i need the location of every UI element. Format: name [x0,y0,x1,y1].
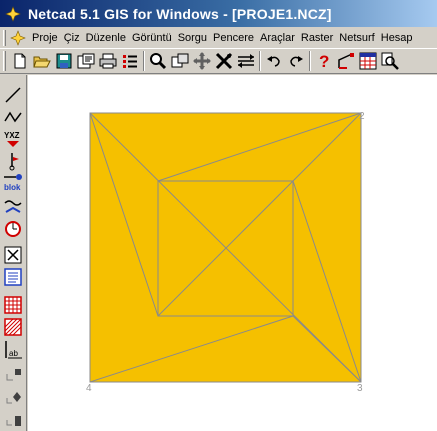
circle-tool-icon[interactable] [2,219,24,239]
drawing-canvas[interactable]: 4 3 2 [28,75,437,431]
yxz-point-icon[interactable]: YXZ [2,129,24,149]
menu-goruntu[interactable]: Görüntü [129,28,175,48]
blok-label: blok [4,183,21,192]
line-angle-icon[interactable] [335,50,357,72]
menu-sorgu[interactable]: Sorgu [175,28,210,48]
undo-icon[interactable] [263,50,285,72]
hatch-grid-icon[interactable] [2,295,24,315]
window-title: Netcad 5.1 GIS for Windows - [PROJE1.NCZ… [28,5,332,22]
menu-araclar[interactable]: Araçlar [257,28,298,48]
main-toolbar: ? [0,49,437,74]
find-icon[interactable] [379,50,401,72]
drawing-svg [89,112,362,383]
menu-hesap[interactable]: Hesap [378,28,416,48]
diamond-icon[interactable] [2,387,24,407]
menu-proje[interactable]: Proje [29,28,61,48]
title-bar: Netcad 5.1 GIS for Windows - [PROJE1.NCZ… [0,0,437,27]
toolbar-separator [259,51,261,71]
ab-label: ab [9,349,18,358]
point-label-4: 4 [86,383,92,394]
redo-icon[interactable] [285,50,307,72]
svg-text:?: ? [319,52,329,70]
open-folder-icon[interactable] [31,50,53,72]
point-marker-icon[interactable] [2,151,24,171]
menu-pencere[interactable]: Pencere [210,28,257,48]
save-icon[interactable] [53,50,75,72]
layers-list-icon[interactable] [119,50,141,72]
menu-raster[interactable]: Raster [298,28,336,48]
netcad-app-icon[interactable] [4,5,22,23]
zoom-icon[interactable] [147,50,169,72]
new-file-icon[interactable] [9,50,31,72]
toolbar-separator [309,51,311,71]
menu-bar: Proje Çiz Düzenle Görüntü Sorgu Pencere … [0,27,437,49]
save-as-icon[interactable] [75,50,97,72]
grid-table-icon[interactable] [357,50,379,72]
polyline-tool-icon[interactable] [2,107,24,127]
blok-tool-icon[interactable]: blok [2,173,24,193]
cross-icon[interactable] [213,50,235,72]
line-tool-icon[interactable] [2,85,24,105]
yxz-label: YXZ [4,131,20,140]
curve-tool-icon[interactable] [2,197,24,217]
left-toolbar: YXZ blok ab [0,75,27,431]
toolbar-separator [143,51,145,71]
print-icon[interactable] [97,50,119,72]
menubar-grip[interactable] [3,29,6,46]
point-label-3: 3 [357,383,363,394]
scroll-up-icon[interactable] [2,365,24,385]
point-label-2: 2 [359,111,365,122]
menu-duzenle[interactable]: Düzenle [83,28,129,48]
text-ab-icon[interactable]: ab [2,340,24,360]
arrows-icon[interactable] [235,50,257,72]
hatch-diagonal-icon[interactable] [2,317,24,337]
pan-icon[interactable] [191,50,213,72]
document-icon[interactable] [10,29,26,46]
toolbar-grip[interactable] [3,51,6,71]
help-icon[interactable]: ? [313,50,335,72]
menu-netsurf[interactable]: Netsurf [336,28,377,48]
text-list-icon[interactable] [2,267,24,287]
scroll-down-icon[interactable] [2,409,24,429]
menu-ciz[interactable]: Çiz [61,28,83,48]
zoom-window-icon[interactable] [169,50,191,72]
select-tool-icon[interactable] [2,245,24,265]
